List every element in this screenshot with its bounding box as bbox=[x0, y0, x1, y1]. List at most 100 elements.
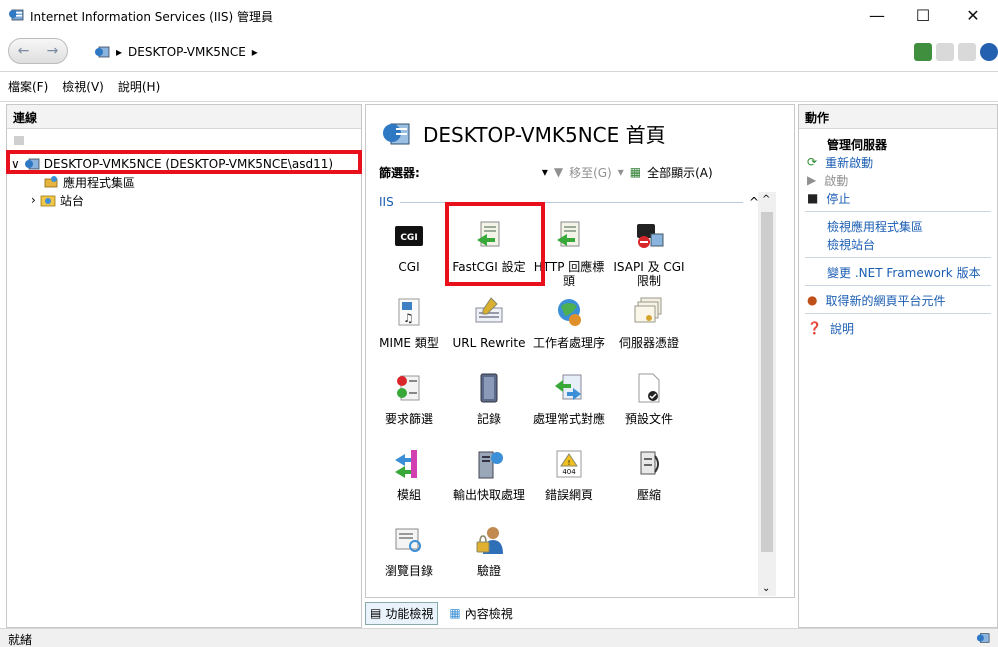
feature-logging[interactable]: 記錄 bbox=[449, 370, 529, 426]
iis-group-header[interactable]: IIS ^ bbox=[379, 194, 759, 210]
certificate-icon bbox=[631, 294, 667, 330]
tree-sites-label: 站台 bbox=[59, 193, 84, 208]
feature-mime[interactable]: ♫ MIME 類型 bbox=[369, 294, 449, 350]
feature-label: 預設文件 bbox=[624, 412, 673, 426]
feature-error-pages[interactable]: ! 404 錯誤網頁 bbox=[529, 446, 609, 502]
close-button[interactable]: ✕ bbox=[950, 0, 996, 30]
action-stop[interactable]: ■ 停止 bbox=[807, 189, 850, 207]
scroll-down-icon[interactable]: ⌄ bbox=[762, 583, 770, 594]
svg-text:♫: ♫ bbox=[403, 311, 414, 325]
connections-header: 連線 bbox=[7, 105, 361, 129]
request-filter-icon bbox=[391, 370, 427, 406]
manage-server-heading: 管理伺服器 bbox=[827, 135, 887, 153]
feature-modules[interactable]: 模組 bbox=[369, 446, 449, 502]
filter-input[interactable] bbox=[426, 162, 536, 182]
worker-process-icon bbox=[551, 294, 587, 330]
start-icon: ▶ bbox=[807, 173, 817, 187]
show-all-button[interactable]: 全部顯示(A) bbox=[647, 164, 713, 181]
help-icon[interactable] bbox=[980, 43, 998, 61]
refresh-icon[interactable] bbox=[914, 43, 932, 61]
tree-app-pools[interactable]: 應用程式集區 bbox=[43, 173, 135, 191]
feature-label: FastCGI 設定 bbox=[452, 260, 526, 274]
action-start[interactable]: ▶ 啟動 bbox=[807, 171, 848, 189]
features-view-icon: ▤ bbox=[370, 606, 382, 620]
menu-view[interactable]: 檢視(V) bbox=[62, 78, 104, 95]
maximize-button[interactable]: ☐ bbox=[900, 0, 946, 30]
feature-label: 壓縮 bbox=[636, 488, 661, 502]
content-view-icon: ▦ bbox=[449, 606, 461, 620]
auth-icon bbox=[471, 522, 507, 558]
feature-output-caching[interactable]: 輸出快取處理 bbox=[449, 446, 529, 502]
feature-directory-browsing[interactable]: 瀏覽目錄 bbox=[369, 522, 449, 578]
feature-label: 模組 bbox=[396, 488, 421, 502]
feature-compression[interactable]: 壓縮 bbox=[609, 446, 689, 502]
scroll-up-icon[interactable]: ^ bbox=[762, 194, 770, 205]
dropdown-icon[interactable]: ▾ bbox=[542, 165, 548, 179]
forward-arrow-icon[interactable]: → bbox=[47, 43, 59, 59]
default-doc-icon bbox=[631, 370, 667, 406]
server-large-icon bbox=[383, 123, 410, 145]
action-label: 檢視應用程式集區 bbox=[827, 219, 924, 234]
chevron-right-icon[interactable]: › bbox=[31, 193, 36, 207]
stop-icon[interactable] bbox=[936, 43, 954, 61]
feature-label: MIME 類型 bbox=[379, 336, 439, 350]
action-label: 啟動 bbox=[824, 173, 849, 188]
chevron-right-icon: ▸ bbox=[116, 45, 123, 59]
goto-button[interactable]: 移至(G) bbox=[569, 164, 612, 181]
feature-certificates[interactable]: 伺服器憑證 bbox=[609, 294, 689, 350]
action-change-net[interactable]: 變更 .NET Framework 版本 bbox=[827, 263, 981, 281]
show-all-icon: ▦ bbox=[629, 165, 642, 179]
server-icon bbox=[24, 158, 40, 170]
web-platform-icon: ● bbox=[807, 293, 818, 307]
menu-help[interactable]: 說明(H) bbox=[118, 78, 160, 95]
feature-cgi[interactable]: CGI CGI bbox=[369, 218, 449, 274]
server-icon bbox=[95, 46, 110, 58]
connect-icon[interactable] bbox=[11, 132, 27, 148]
tab-features-view[interactable]: ▤ 功能檢視 bbox=[365, 601, 439, 625]
feature-label: 伺服器憑證 bbox=[618, 336, 679, 350]
page-title: DESKTOP-VMK5NCE 首頁 bbox=[423, 122, 666, 147]
action-help[interactable]: ❓ 說明 bbox=[807, 319, 854, 337]
feature-default-document[interactable]: 預設文件 bbox=[609, 370, 689, 426]
home-icon[interactable] bbox=[958, 43, 976, 61]
tree-sites[interactable]: › 站台 bbox=[31, 191, 84, 209]
action-restart[interactable]: ⟳ 重新啟動 bbox=[807, 153, 873, 171]
modules-icon bbox=[391, 446, 427, 482]
feature-isapi-cgi[interactable]: ISAPI 及 CGI 限制 bbox=[609, 218, 689, 288]
tab-content-view[interactable]: ▦ 內容檢視 bbox=[444, 602, 517, 625]
filter-label: 篩選器: bbox=[379, 165, 420, 180]
nav-buttons: ← → bbox=[8, 38, 68, 64]
menu-file[interactable]: 檔案(F) bbox=[8, 78, 48, 95]
minimize-button[interactable]: — bbox=[854, 0, 900, 30]
feature-authentication[interactable]: 驗證 bbox=[449, 522, 529, 578]
feature-label: 輸出快取處理 bbox=[452, 488, 525, 502]
feature-label: ISAPI 及 CGI 限制 bbox=[613, 260, 685, 288]
action-get-components[interactable]: ● 取得新的網頁平台元件 bbox=[807, 291, 946, 309]
feature-label: 工作者處理序 bbox=[532, 336, 605, 350]
scroll-thumb[interactable] bbox=[761, 212, 773, 552]
back-arrow-icon[interactable]: ← bbox=[18, 43, 30, 59]
chevron-down-icon[interactable]: ∨ bbox=[11, 157, 20, 171]
action-view-sites[interactable]: 檢視站台 bbox=[827, 235, 875, 253]
feature-request-filtering[interactable]: 要求篩選 bbox=[369, 370, 449, 426]
action-view-app-pools[interactable]: 檢視應用程式集區 bbox=[827, 217, 923, 235]
vertical-scrollbar[interactable]: ^ ⌄ bbox=[758, 192, 776, 596]
help-icon: ❓ bbox=[807, 321, 822, 335]
feature-url-rewrite[interactable]: URL Rewrite bbox=[449, 294, 529, 350]
feature-worker-process[interactable]: 工作者處理序 bbox=[529, 294, 609, 350]
iis-app-icon bbox=[9, 9, 24, 21]
address-bar: ← → ▸ DESKTOP-VMK5NCE ▸ bbox=[0, 30, 998, 72]
tree-server-node[interactable]: ∨ DESKTOP-VMK5NCE (DESKTOP-VMK5NCE\asd11… bbox=[11, 155, 333, 173]
handler-map-icon bbox=[551, 370, 587, 406]
feature-http-headers[interactable]: HTTP 回應標頭 bbox=[529, 218, 609, 288]
connections-panel: 連線 ∨ DESKTOP-VMK5NCE (DESKTOP-VMK5NCE\as… bbox=[6, 104, 362, 628]
dropdown-icon[interactable]: ▾ bbox=[618, 165, 624, 179]
window-title: Internet Information Services (IIS) 管理員 bbox=[30, 10, 274, 24]
address-path[interactable]: ▸ DESKTOP-VMK5NCE ▸ bbox=[86, 40, 886, 64]
feature-handler-mappings[interactable]: 處理常式對應 bbox=[529, 370, 609, 426]
feature-fastcgi[interactable]: FastCGI 設定 bbox=[449, 218, 529, 274]
action-label: 停止 bbox=[826, 191, 851, 206]
divider bbox=[805, 257, 991, 258]
feature-label: CGI bbox=[398, 260, 420, 274]
app-pool-icon bbox=[44, 176, 58, 188]
